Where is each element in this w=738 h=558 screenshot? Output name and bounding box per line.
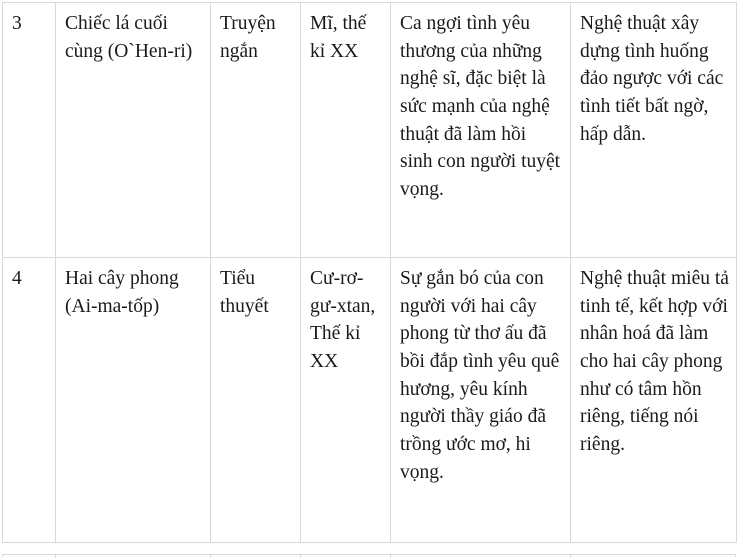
document-page: 3 Chiếc lá cuối cùng (O`Hen-ri) Truyện n… [0,0,738,558]
cell-text: Nghệ thuật miêu tả tinh tế, kết hợp với … [580,268,734,456]
cell-origin: Mĩ, thế kỉ XX [300,2,391,258]
cell-art: Nghệ thuật miêu tả tinh tế, kết hợp với … [570,257,737,543]
cell-text: Ca ngợi tình yêu thương của những nghệ s… [400,13,565,201]
cell-content: Sự gắn bó của con người với hai cây phon… [390,257,571,543]
cell-art: Nghệ thuật xây dựng tình huống đảo ngược… [570,2,737,258]
cell-origin: Cư-rơ-gư-xtan, Thế kỉ XX [300,257,391,543]
cell-text: Tiểu thuyết [220,268,269,317]
cell-row-number: 4 [2,257,56,543]
cell-content: Ca ngợi tình yêu thương của những nghệ s… [390,2,571,258]
cell-genre: Truyện ngắn [210,2,301,258]
cell-row-number: 3 [2,2,56,258]
cell-text: Hai cây phong (Ai-ma-tốp) [65,268,184,317]
cell-text: Cư-rơ-gư-xtan, Thế kỉ XX [310,268,380,373]
cell-text: Mĩ, thế kỉ XX [310,13,372,62]
cell-text: Sự gắn bó của con người với hai cây phon… [400,268,565,483]
cell-text: 4 [12,268,22,289]
cell-genre: Tiểu thuyết [210,257,301,543]
cell-text: 3 [12,13,22,34]
table-row: 4 Hai cây phong (Ai-ma-tốp) Tiểu thuyết … [2,257,737,543]
cell-title: Chiếc lá cuối cùng (O`Hen-ri) [55,2,211,258]
cell-text: Chiếc lá cuối cùng (O`Hen-ri) [65,13,193,62]
table-row: 3 Chiếc lá cuối cùng (O`Hen-ri) Truyện n… [2,2,737,258]
literature-summary-table: 3 Chiếc lá cuối cùng (O`Hen-ri) Truyện n… [2,2,737,543]
cell-title: Hai cây phong (Ai-ma-tốp) [55,257,211,543]
cell-text: Truyện ngắn [220,13,281,62]
cell-text: Nghệ thuật xây dựng tình huống đảo ngược… [580,13,729,145]
